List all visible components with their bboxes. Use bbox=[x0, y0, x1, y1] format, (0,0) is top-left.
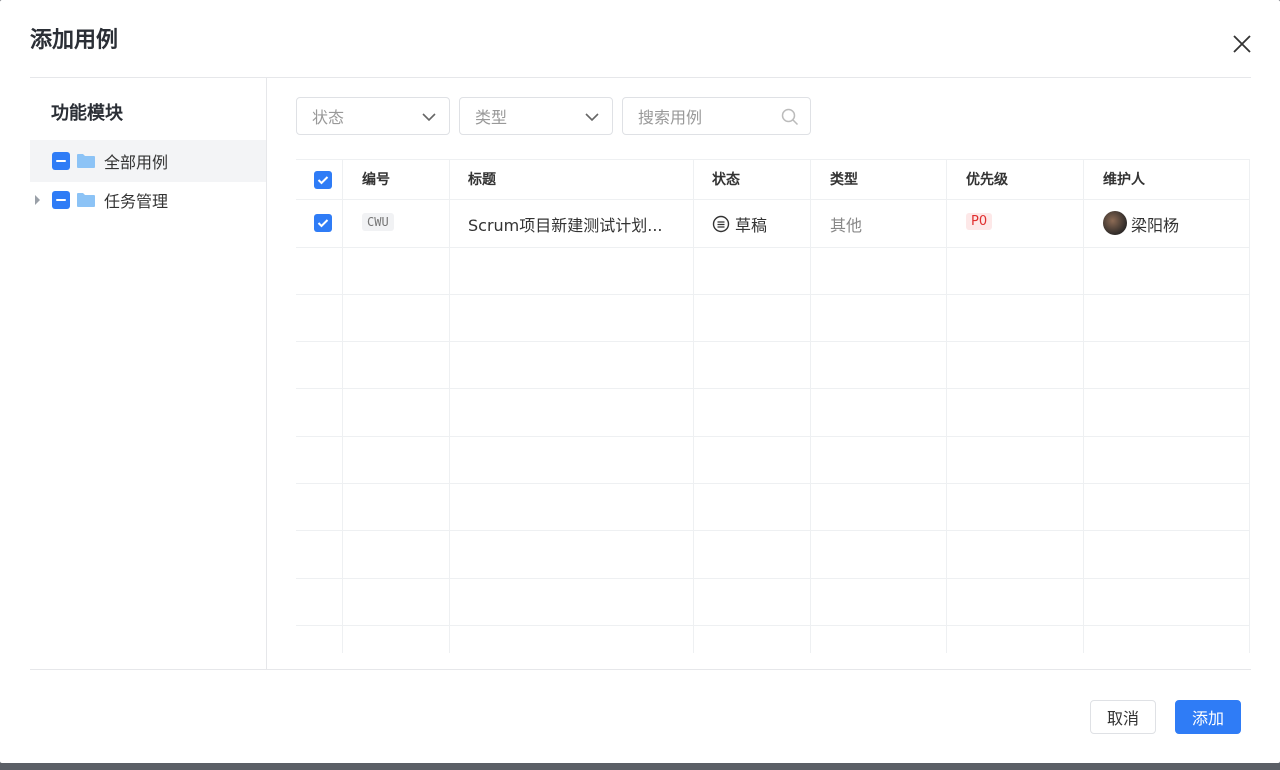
folder-icon bbox=[77, 193, 95, 207]
search-input[interactable]: 搜索用例 bbox=[622, 97, 811, 135]
status-select[interactable]: 状态 bbox=[296, 97, 450, 135]
tree-item-task-management[interactable]: 任务管理 bbox=[30, 179, 266, 221]
dialog-title: 添加用例 bbox=[30, 28, 119, 53]
grid-line bbox=[296, 436, 1250, 437]
case-type: 其他 bbox=[830, 216, 863, 235]
tree-checkbox-indeterminate[interactable] bbox=[52, 191, 70, 209]
sidebar-title: 功能模块 bbox=[51, 103, 123, 124]
tree-item-label: 任务管理 bbox=[104, 192, 169, 211]
case-maintainer: 梁阳杨 bbox=[1131, 216, 1180, 235]
expand-caret-icon[interactable] bbox=[35, 195, 40, 205]
status-text: 草稿 bbox=[735, 216, 768, 235]
grid-line bbox=[296, 483, 1250, 484]
search-icon bbox=[781, 108, 799, 126]
chevron-down-icon bbox=[585, 113, 599, 122]
column-header-title[interactable]: 标题 bbox=[468, 160, 496, 200]
footer-divider bbox=[30, 669, 1251, 670]
tree-item-all-cases[interactable]: 全部用例 bbox=[30, 140, 266, 182]
status-select-placeholder: 状态 bbox=[312, 108, 345, 127]
add-button[interactable]: 添加 bbox=[1175, 700, 1241, 734]
grid-line bbox=[296, 388, 1250, 389]
type-select-placeholder: 类型 bbox=[475, 108, 508, 127]
case-code: CWU bbox=[362, 213, 394, 231]
module-sidebar: 功能模块 全部用例 任务管理 bbox=[30, 78, 267, 670]
folder-icon bbox=[77, 154, 95, 168]
select-all-checkbox[interactable] bbox=[314, 171, 332, 189]
column-header-priority[interactable]: 优先级 bbox=[966, 160, 1008, 200]
close-icon[interactable] bbox=[1230, 32, 1254, 56]
status-draft-icon bbox=[712, 215, 730, 233]
grid-line bbox=[296, 530, 1250, 531]
case-title[interactable]: Scrum项目新建测试计划... bbox=[468, 212, 663, 236]
type-select[interactable]: 类型 bbox=[459, 97, 613, 135]
table-header: 编号 标题 状态 类型 优先级 维护人 bbox=[296, 159, 1250, 200]
case-table: 编号 标题 状态 类型 优先级 维护人 CWU Scrum项目新建测试计划...… bbox=[296, 159, 1250, 653]
grid-line bbox=[296, 578, 1250, 579]
row-checkbox[interactable] bbox=[314, 214, 332, 232]
grid-line bbox=[296, 294, 1250, 295]
priority-badge: P0 bbox=[966, 213, 993, 230]
tree-item-label: 全部用例 bbox=[104, 153, 169, 172]
grid-line bbox=[296, 625, 1250, 626]
case-status: 草稿 bbox=[712, 212, 767, 236]
grid-line bbox=[296, 247, 1250, 248]
add-case-dialog: 添加用例 功能模块 全部用例 任务管理 状态 类型 搜索用例 编号 标题 状态 … bbox=[0, 0, 1280, 763]
column-header-code[interactable]: 编号 bbox=[362, 160, 390, 200]
column-header-type[interactable]: 类型 bbox=[830, 160, 858, 200]
tree-checkbox-indeterminate[interactable] bbox=[52, 152, 70, 170]
chevron-down-icon bbox=[422, 113, 436, 122]
search-placeholder: 搜索用例 bbox=[638, 108, 703, 127]
grid-line bbox=[296, 341, 1250, 342]
column-header-maintainer[interactable]: 维护人 bbox=[1103, 160, 1145, 200]
column-header-status[interactable]: 状态 bbox=[712, 160, 740, 200]
avatar bbox=[1103, 211, 1127, 235]
cancel-button[interactable]: 取消 bbox=[1090, 700, 1156, 734]
